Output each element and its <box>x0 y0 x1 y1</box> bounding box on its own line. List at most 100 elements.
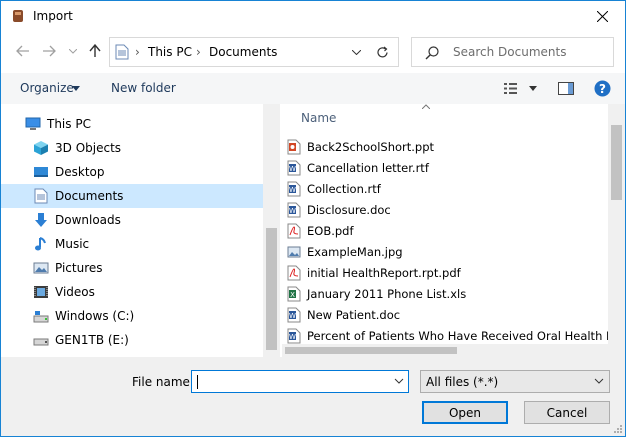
downloads-icon <box>35 213 47 227</box>
nav-item-downloads[interactable]: Downloads <box>1 208 263 232</box>
file-row[interactable]: W New Patient.doc <box>282 304 608 325</box>
file-row[interactable]: W Disclosure.doc <box>282 199 608 220</box>
file-row[interactable]: EOB.pdf <box>282 220 608 241</box>
nav-label: Pictures <box>55 261 103 275</box>
address-bar-row: › This PC › Documents Search Documents <box>1 31 625 73</box>
file-type-select[interactable]: All files (*.*) <box>420 370 610 393</box>
window-title: Import <box>33 9 73 23</box>
sort-ascending-icon <box>422 104 430 109</box>
file-name: Disclosure.doc <box>307 203 391 217</box>
word-icon: W <box>287 328 301 344</box>
resize-grip-icon[interactable] <box>613 424 623 434</box>
file-name: Percent of Patients Who Have Received Or… <box>307 329 608 343</box>
desktop-icon <box>34 167 48 177</box>
excel-icon: X <box>287 286 301 302</box>
search-icon <box>425 46 439 60</box>
navigation-pane: This PC 3D Objects Desktop Documents Dow… <box>1 104 263 357</box>
nav-item-pictures[interactable]: Pictures <box>1 256 263 280</box>
new-folder-button[interactable]: New folder <box>111 81 176 95</box>
view-options-icon[interactable] <box>504 82 520 95</box>
forward-button[interactable] <box>39 41 59 61</box>
search-placeholder: Search Documents <box>453 45 567 59</box>
file-type-value: All files (*.*) <box>426 375 499 389</box>
word-icon: W <box>287 202 301 218</box>
scrollbar-thumb[interactable] <box>285 347 457 354</box>
word-icon: W <box>287 181 301 197</box>
nav-item-3d-objects[interactable]: 3D Objects <box>1 136 263 160</box>
file-row[interactable]: Back2SchoolShort.ppt <box>282 136 608 157</box>
nav-item-videos[interactable]: Videos <box>1 280 263 304</box>
file-row[interactable]: W Percent of Patients Who Have Received … <box>282 325 608 346</box>
file-row[interactable]: ExampleMan.jpg <box>282 241 608 262</box>
dialog-footer: File name: All files (*.*) Open Cancel <box>1 357 625 436</box>
recent-dropdown[interactable] <box>63 41 83 61</box>
cancel-button[interactable]: Cancel <box>524 401 610 424</box>
preview-pane-icon[interactable] <box>558 82 574 95</box>
nav-item-windows-c[interactable]: Windows (C:) <box>1 304 263 328</box>
search-box[interactable]: Search Documents <box>411 37 614 67</box>
view-dropdown-icon[interactable] <box>529 86 537 91</box>
file-row[interactable]: W Cancellation letter.rtf <box>282 157 608 178</box>
close-icon <box>596 10 608 22</box>
nav-label: Music <box>55 237 90 251</box>
chevron-down-icon[interactable] <box>394 375 404 387</box>
pdf-icon <box>287 265 301 281</box>
nav-item-desktop[interactable]: Desktop <box>1 160 263 184</box>
nav-label: Desktop <box>55 165 105 179</box>
command-bar: Organize New folder ? <box>1 73 625 104</box>
refresh-button[interactable] <box>367 37 399 67</box>
breadcrumb-this-pc[interactable]: This PC <box>148 45 192 59</box>
pdf-icon <box>287 223 301 239</box>
file-row[interactable]: X January 2011 Phone List.xls <box>282 283 608 304</box>
pc-icon <box>25 117 41 130</box>
nav-label: Videos <box>55 285 95 299</box>
up-button[interactable] <box>85 41 105 61</box>
breadcrumb-documents[interactable]: Documents <box>209 45 277 59</box>
open-button[interactable]: Open <box>422 401 508 424</box>
organize-button[interactable]: Organize <box>20 81 74 95</box>
nav-item-this-pc[interactable]: This PC <box>1 112 263 136</box>
arrow-right-icon <box>43 45 56 57</box>
nav-item-gen1tb-e[interactable]: GEN1TB (E:) <box>1 328 263 352</box>
nav-label: Downloads <box>55 213 121 227</box>
word-icon: W <box>287 307 301 323</box>
file-list-scrollbar[interactable] <box>608 104 625 357</box>
svg-text:X: X <box>290 291 295 299</box>
title-bar: Import <box>1 1 625 31</box>
file-list: Name Back2SchoolShort.ppt W Cancellation… <box>282 104 608 357</box>
refresh-icon <box>377 46 388 57</box>
nav-item-music[interactable]: Music <box>1 232 263 256</box>
address-dropdown-icon[interactable] <box>352 50 361 55</box>
navigation-scrollbar[interactable] <box>263 104 280 357</box>
help-icon[interactable]: ? <box>594 80 611 97</box>
file-row[interactable]: W Collection.rtf <box>282 178 608 199</box>
column-header-name[interactable]: Name <box>282 104 608 130</box>
column-name-label: Name <box>301 111 337 125</box>
svg-text:W: W <box>289 165 296 173</box>
svg-text:W: W <box>289 207 296 215</box>
arrow-up-icon <box>89 44 101 57</box>
nav-item-documents[interactable]: Documents <box>1 184 263 208</box>
file-name: Collection.rtf <box>307 182 381 196</box>
scrollbar-thumb[interactable] <box>266 228 277 350</box>
file-row[interactable]: initial HealthReport.rpt.pdf <box>282 262 608 283</box>
nav-label: Documents <box>55 189 124 203</box>
file-name: Cancellation letter.rtf <box>307 161 429 175</box>
back-button[interactable] <box>13 41 33 61</box>
documents-small-icon <box>115 44 129 60</box>
file-name-input[interactable] <box>191 370 409 393</box>
horizontal-scrollbar[interactable] <box>282 344 608 357</box>
nav-label: This PC <box>47 117 91 131</box>
file-name: January 2011 Phone List.xls <box>307 287 467 301</box>
file-name: initial HealthReport.rpt.pdf <box>307 266 461 280</box>
scrollbar-thumb[interactable] <box>611 125 622 200</box>
file-name: New Patient.doc <box>307 308 401 322</box>
drive-icon <box>33 338 49 346</box>
address-bar[interactable]: › This PC › Documents <box>109 37 398 67</box>
close-button[interactable] <box>579 1 625 31</box>
organize-dropdown-icon <box>72 86 80 91</box>
svg-text:W: W <box>289 333 296 341</box>
file-name: Back2SchoolShort.ppt <box>307 140 435 154</box>
chevron-down-icon <box>594 378 604 384</box>
3d-objects-icon <box>34 141 48 155</box>
